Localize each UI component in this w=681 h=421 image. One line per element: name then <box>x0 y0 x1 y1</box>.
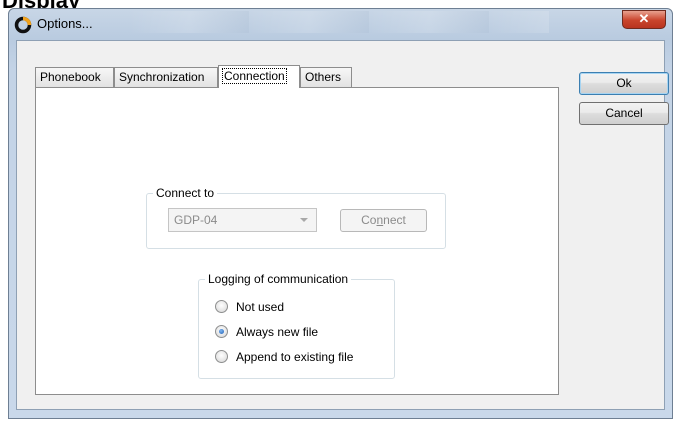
close-button[interactable]: ✕ <box>622 10 666 29</box>
radio-button[interactable] <box>215 300 228 313</box>
options-dialog: Options... ✕ Phonebook Synchronization C… <box>8 8 673 419</box>
tab-label: Others <box>305 70 342 84</box>
tab-label: Phonebook <box>40 70 101 84</box>
ok-button-label: Ok <box>616 76 632 90</box>
window-title: Options... <box>37 16 93 31</box>
connection-tab-panel: Connect to GDP-04 Connect Logging of com… <box>35 87 559 395</box>
title-bar-background <box>129 11 549 33</box>
device-select-value: GDP-04 <box>174 213 218 227</box>
tab-synchronization[interactable]: Synchronization <box>114 67 218 87</box>
close-icon: ✕ <box>638 11 650 26</box>
device-select[interactable]: GDP-04 <box>168 208 317 232</box>
radio-button-checked[interactable] <box>215 325 228 338</box>
tab-connection[interactable]: Connection <box>218 65 300 88</box>
connect-label-post: nect <box>383 213 406 227</box>
ok-button[interactable]: Ok <box>579 72 669 95</box>
tab-phonebook[interactable]: Phonebook <box>35 67 114 87</box>
radio-label: Not used <box>236 300 285 314</box>
radio-label: Always new file <box>236 325 319 339</box>
connect-to-group: Connect to GDP-04 Connect <box>146 186 446 249</box>
chevron-down-icon <box>300 218 308 222</box>
dialog-client-area: Phonebook Synchronization Connection Oth… <box>16 40 669 410</box>
connect-button[interactable]: Connect <box>340 209 427 232</box>
radio-button[interactable] <box>215 350 228 363</box>
logging-group-title: Logging of communication <box>205 272 352 286</box>
tab-label: Connection <box>222 68 287 84</box>
cancel-button-label: Cancel <box>605 106 643 120</box>
tab-others[interactable]: Others <box>300 67 352 87</box>
connect-to-group-title: Connect to <box>153 186 218 200</box>
ring-app-icon <box>14 16 32 34</box>
radio-label: Append to existing file <box>236 350 354 364</box>
connect-label-pre: Co <box>361 213 377 227</box>
logging-group: Logging of communication Not used Always… <box>198 272 395 379</box>
title-bar[interactable]: Options... ✕ <box>9 9 672 41</box>
tab-label: Synchronization <box>119 70 205 84</box>
cancel-button[interactable]: Cancel <box>579 102 669 125</box>
